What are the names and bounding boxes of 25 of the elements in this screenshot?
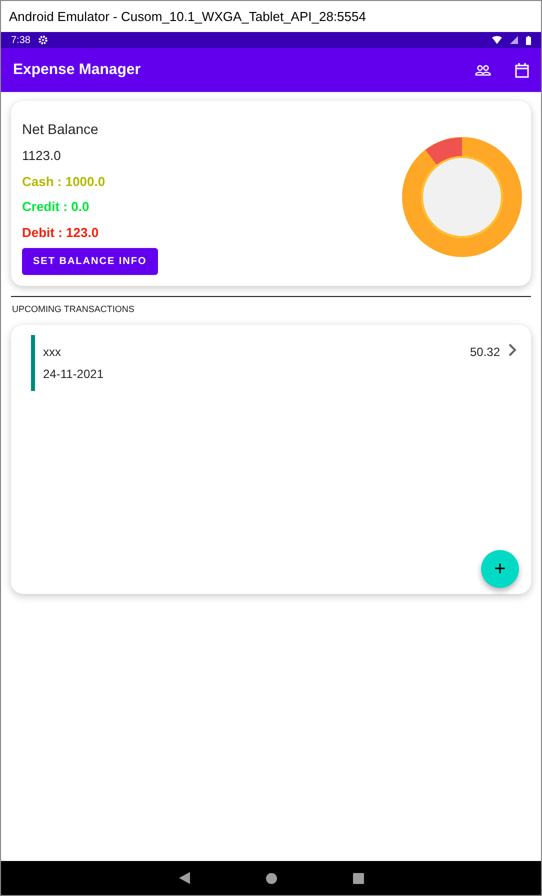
balance-line: Cash : 1000.0 [22,172,106,190]
status-time: 7:38 [11,34,30,48]
calendar-icon[interactable] [515,62,529,78]
set-balance-button[interactable]: SET BALANCE INFO [22,248,158,275]
add-button[interactable]: + [481,550,519,588]
settings-icon [38,35,48,45]
chevron-right-icon[interactable] [508,342,517,356]
transaction-date: 24-11-2021 [43,366,104,382]
home-icon[interactable] [266,872,276,884]
people-icon[interactable] [475,64,491,76]
back-icon[interactable] [178,872,190,884]
recents-icon[interactable] [352,872,364,884]
balance-title: Net Balance [22,120,100,139]
balance-line: Debit : 123.0 [22,224,100,242]
window-title: Android Emulator - Cusom_10.1_WXGA_Tablet_API_28:5554 [8,8,367,26]
transaction-amount: 50.32 [470,344,500,360]
app-title: Expense Manager [13,60,141,80]
wifi-icon [492,36,502,44]
signal-icon [510,36,518,44]
section-heading: UPCOMING TRANSACTIONS [12,303,136,316]
battery-icon [526,36,531,44]
transaction-name: xxx [43,344,62,360]
balance-line: Credit : 0.0 [22,198,90,216]
balance-amount: 1123.0 [22,147,62,165]
accent-bar [31,334,35,390]
